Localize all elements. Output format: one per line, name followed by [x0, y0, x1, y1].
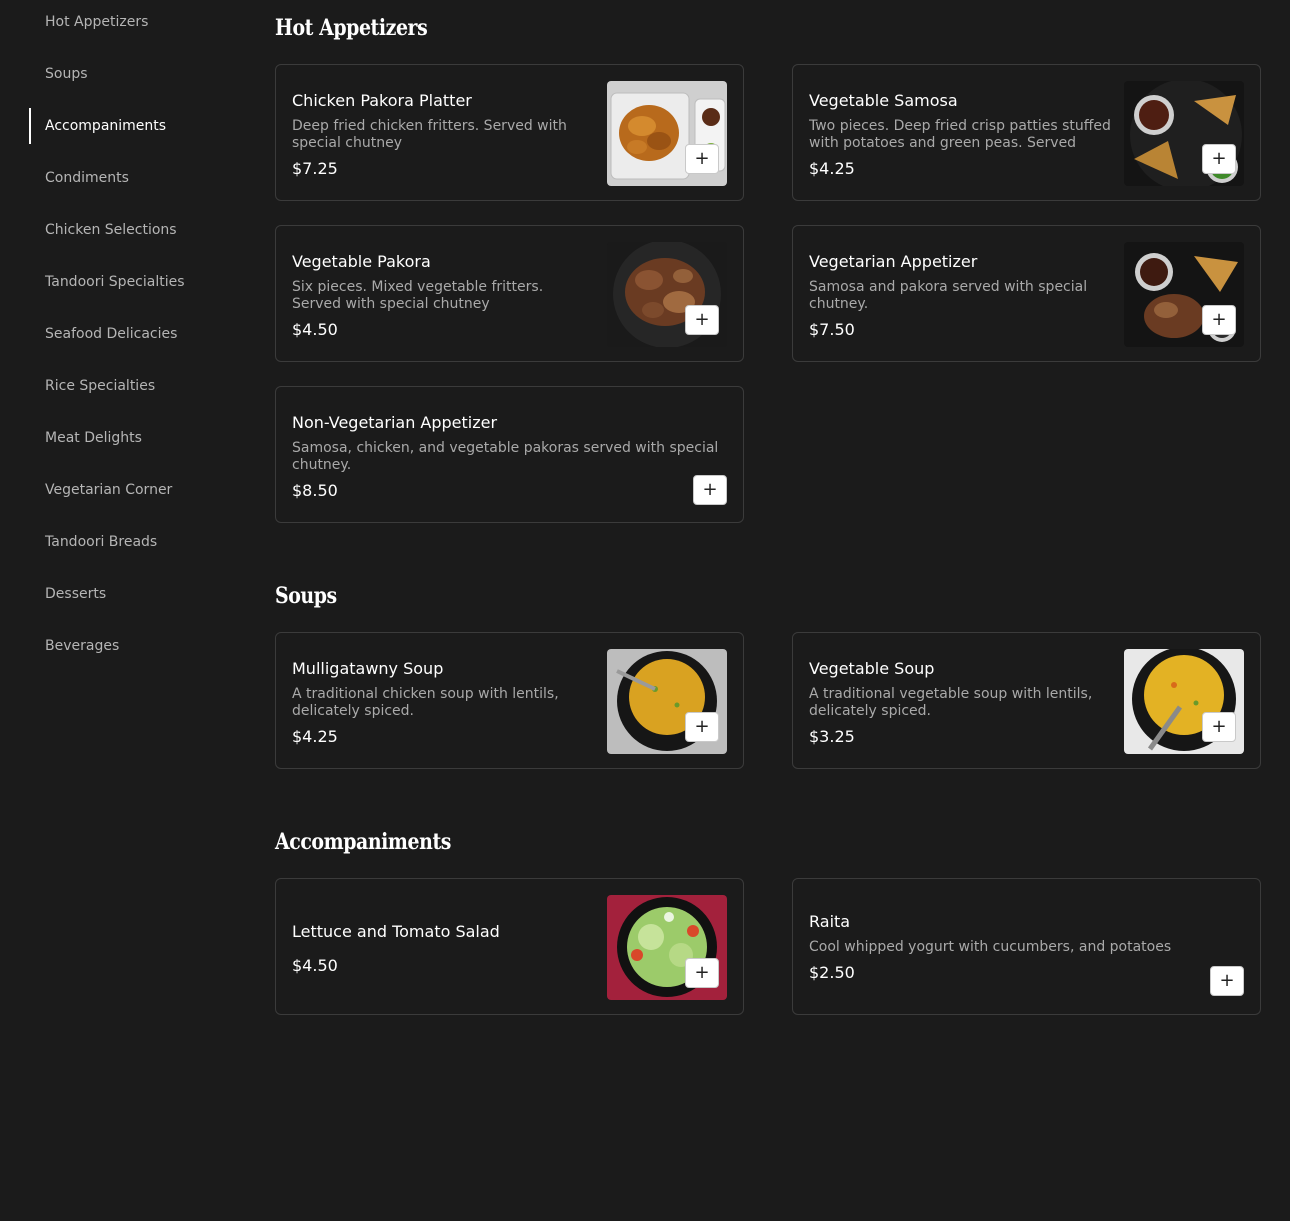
item-description: Cool whipped yogurt with cucumbers, and … — [809, 939, 1172, 955]
sidebar-item-hot-appetizers[interactable]: Hot Appetizers — [45, 13, 148, 31]
item-name: Raita — [809, 912, 851, 931]
sidebar-item-tandoori-breads[interactable]: Tandoori Breads — [45, 533, 157, 551]
sidebar-item-chicken-selections[interactable]: Chicken Selections — [45, 221, 177, 239]
sidebar-item-soups[interactable]: Soups — [45, 65, 88, 83]
sidebar-item-beverages[interactable]: Beverages — [45, 637, 119, 655]
item-price: $4.50 — [292, 320, 338, 339]
add-to-cart-button[interactable]: + — [685, 958, 719, 988]
item-name: Non-Vegetarian Appetizer — [292, 413, 498, 432]
item-description: Six pieces. Mixed vegetable fritters. Se… — [292, 279, 544, 312]
item-description: A traditional chicken soup with lentils,… — [292, 686, 559, 719]
menu-item-card-chicken-pakora-platter[interactable]: Chicken Pakora Platter Deep fried chicke… — [275, 64, 744, 201]
item-name: Vegetable Samosa — [809, 91, 958, 110]
item-price: $7.25 — [292, 159, 338, 178]
section-title-hot-appetizers: Hot Appetizers — [275, 15, 428, 41]
item-name: Mulligatawny Soup — [292, 659, 444, 678]
item-name: Vegetable Soup — [809, 659, 935, 678]
add-to-cart-button[interactable]: + — [1210, 966, 1244, 996]
item-name: Lettuce and Tomato Salad — [292, 922, 500, 941]
sidebar-item-tandoori-specialties[interactable]: Tandoori Specialties — [45, 273, 185, 291]
add-to-cart-button[interactable]: + — [693, 475, 727, 505]
item-description: Samosa and pakora served with special ch… — [809, 279, 1088, 312]
menu-item-card-non-vegetarian-appetizer[interactable]: Non-Vegetarian Appetizer Samosa, chicken… — [275, 386, 744, 523]
add-to-cart-button[interactable]: + — [1202, 305, 1236, 335]
item-description: Deep fried chicken fritters. Served with… — [292, 118, 567, 151]
menu-item-card-raita[interactable]: Raita Cool whipped yogurt with cucumbers… — [792, 878, 1261, 1015]
menu-item-card-vegetable-soup[interactable]: Vegetable Soup A traditional vegetable s… — [792, 632, 1261, 769]
sidebar-item-vegetarian-corner[interactable]: Vegetarian Corner — [45, 481, 172, 499]
item-price: $4.25 — [809, 159, 855, 178]
menu-item-card-vegetable-samosa[interactable]: Vegetable Samosa Two pieces. Deep fried … — [792, 64, 1261, 201]
sidebar-item-desserts[interactable]: Desserts — [45, 585, 106, 603]
menu-item-card-vegetarian-appetizer[interactable]: Vegetarian Appetizer Samosa and pakora s… — [792, 225, 1261, 362]
sidebar-item-accompaniments[interactable]: Accompaniments — [45, 117, 166, 135]
menu-item-card-mulligatawny-soup[interactable]: Mulligatawny Soup A traditional chicken … — [275, 632, 744, 769]
section-title-accompaniments: Accompaniments — [275, 829, 451, 855]
item-name: Vegetarian Appetizer — [809, 252, 978, 271]
item-name: Chicken Pakora Platter — [292, 91, 472, 110]
sidebar-item-meat-delights[interactable]: Meat Delights — [45, 429, 142, 447]
menu-item-card-vegetable-pakora[interactable]: Vegetable Pakora Six pieces. Mixed veget… — [275, 225, 744, 362]
add-to-cart-button[interactable]: + — [1202, 144, 1236, 174]
sidebar-item-seafood-delicacies[interactable]: Seafood Delicacies — [45, 325, 177, 343]
add-to-cart-button[interactable]: + — [685, 305, 719, 335]
item-price: $3.25 — [809, 727, 855, 746]
add-to-cart-button[interactable]: + — [685, 712, 719, 742]
sidebar-item-condiments[interactable]: Condiments — [45, 169, 129, 187]
item-price: $7.50 — [809, 320, 855, 339]
active-indicator — [29, 108, 31, 144]
item-description: A traditional vegetable soup with lentil… — [809, 686, 1093, 719]
item-price: $8.50 — [292, 481, 338, 500]
add-to-cart-button[interactable]: + — [1202, 712, 1236, 742]
section-title-soups: Soups — [275, 583, 337, 609]
item-price: $2.50 — [809, 963, 855, 982]
item-price: $4.50 — [292, 956, 338, 975]
item-name: Vegetable Pakora — [292, 252, 431, 271]
item-description: Two pieces. Deep fried crisp patties stu… — [809, 118, 1111, 151]
item-price: $4.25 — [292, 727, 338, 746]
add-to-cart-button[interactable]: + — [685, 144, 719, 174]
sidebar-item-rice-specialties[interactable]: Rice Specialties — [45, 377, 155, 395]
menu-item-card-lettuce-and-tomato-salad[interactable]: Lettuce and Tomato Salad $4.50 + — [275, 878, 744, 1015]
item-description: Samosa, chicken, and vegetable pakoras s… — [292, 440, 719, 473]
